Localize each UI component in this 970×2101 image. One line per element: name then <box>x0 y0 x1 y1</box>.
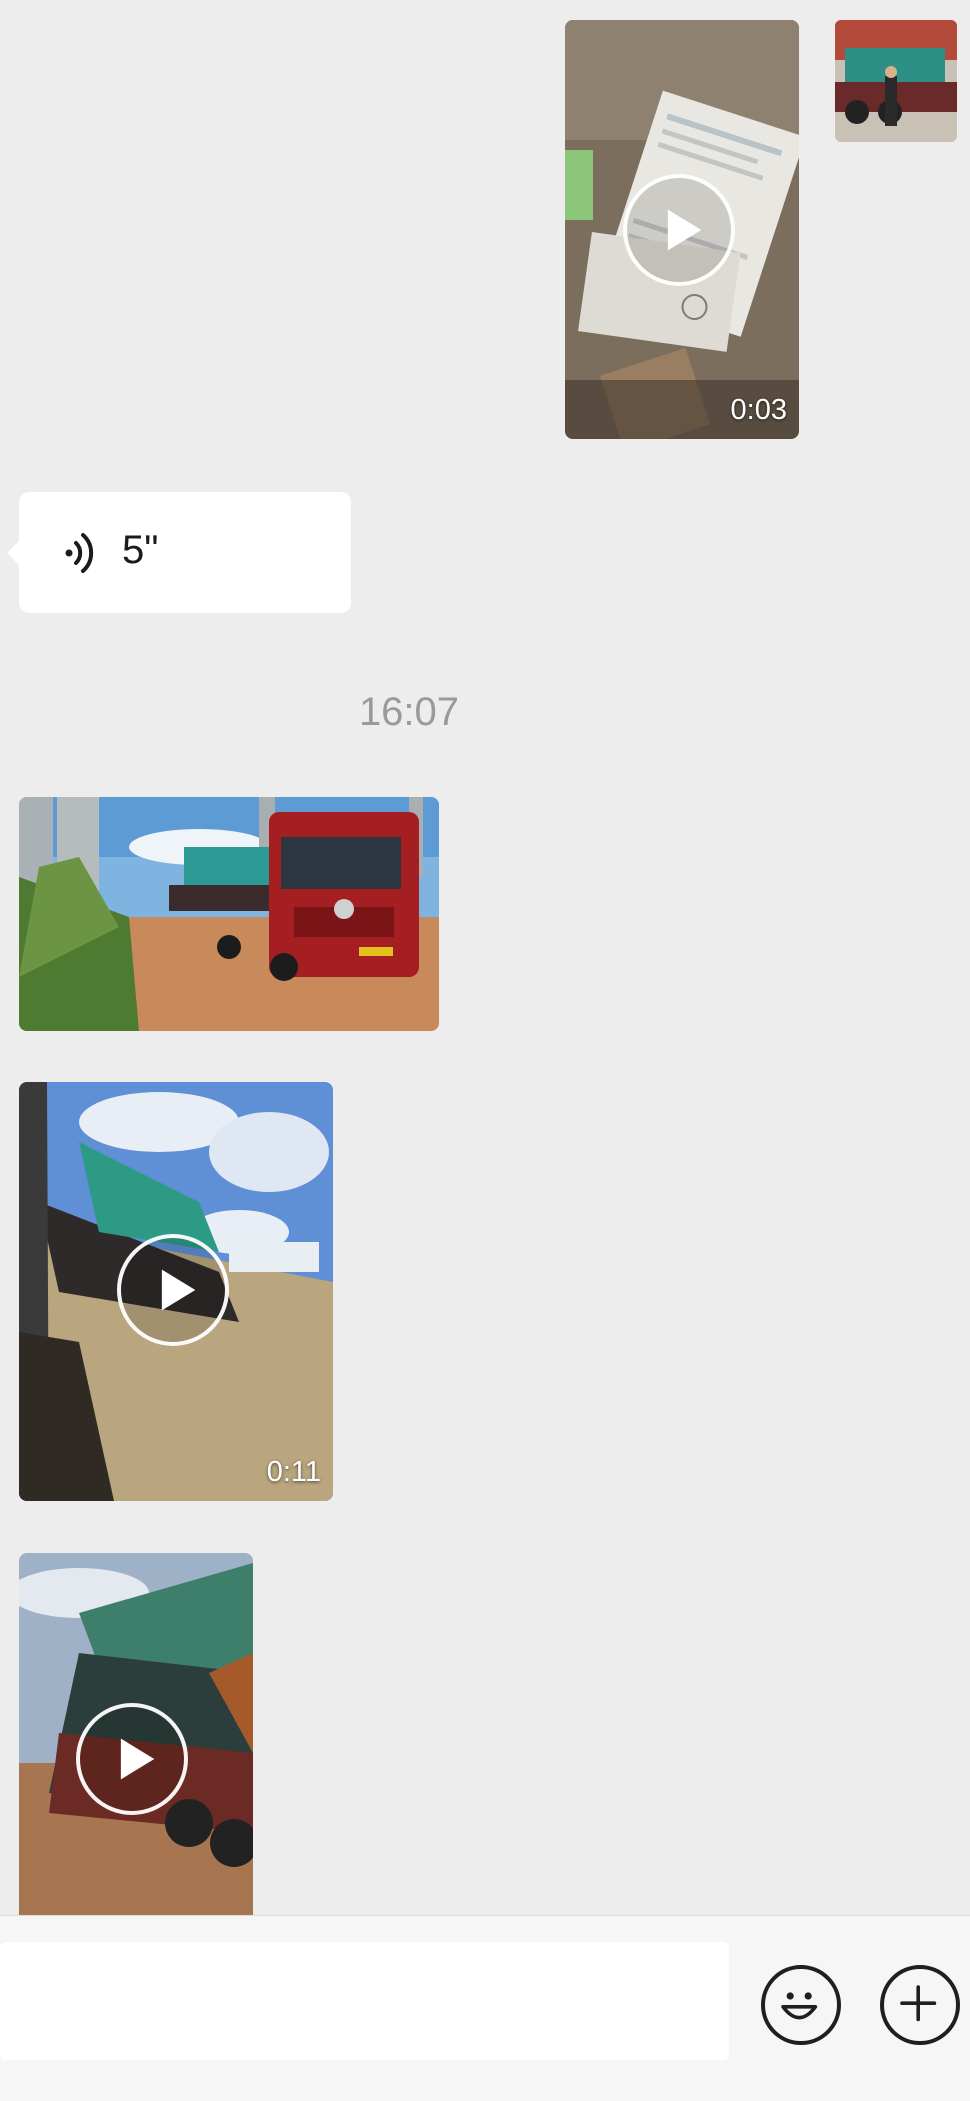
image-message[interactable] <box>19 797 439 1031</box>
message-input[interactable] <box>0 1942 729 2060</box>
avatar-photo <box>835 20 957 142</box>
truck-photo <box>19 797 439 1031</box>
video-message-2[interactable]: 0:11 <box>19 1082 333 1501</box>
video-duration: 0:03 <box>730 394 787 426</box>
plus-icon <box>900 1985 937 2022</box>
video-message-1[interactable]: 0:03 <box>565 20 799 439</box>
play-icon[interactable] <box>76 1703 188 1815</box>
more-button[interactable] <box>880 1965 960 2045</box>
video-message-3[interactable] <box>19 1553 253 1915</box>
input-bar <box>0 1915 970 2101</box>
avatar[interactable] <box>835 20 957 142</box>
chat-timestamp: 16:07 <box>358 690 460 734</box>
play-icon[interactable] <box>117 1234 229 1346</box>
voice-wave-icon <box>65 533 94 573</box>
video-duration: 0:11 <box>266 1456 321 1488</box>
play-icon[interactable] <box>623 174 735 286</box>
emoji-icon <box>781 1992 818 2020</box>
voice-duration: 5" <box>122 528 159 572</box>
voice-message[interactable]: 5" <box>7 492 351 613</box>
emoji-button[interactable] <box>761 1965 841 2045</box>
